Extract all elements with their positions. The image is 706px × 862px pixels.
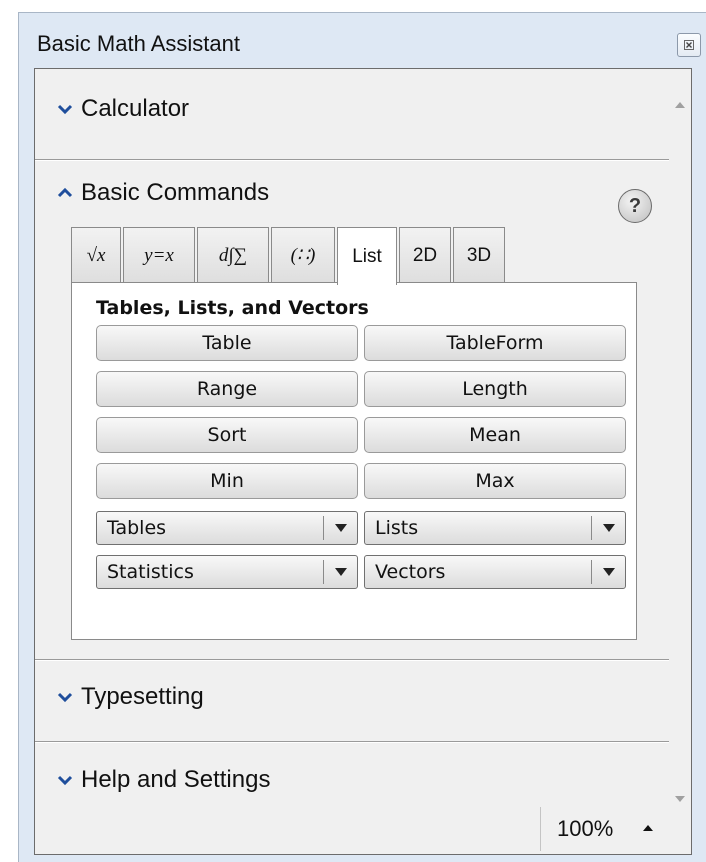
tab-calculus[interactable]: d∫∑ — [197, 227, 269, 283]
tab-list[interactable]: List — [337, 227, 397, 285]
section-calculator[interactable]: Calculator — [35, 95, 665, 123]
window-title: Basic Math Assistant — [37, 31, 240, 56]
section-label-help-settings: Help and Settings — [81, 766, 271, 793]
zoom-level: 100% — [557, 816, 614, 841]
section-label-calculator: Calculator — [81, 95, 190, 122]
zoom-divider — [540, 807, 541, 851]
vectors-dropdown-label: Vectors — [375, 561, 446, 583]
tableform-button[interactable]: TableForm — [364, 325, 626, 361]
chevron-up-icon — [57, 187, 73, 198]
dropdown-divider — [591, 516, 592, 540]
palette-content: Calculator Basic Commands ? √x y=x d∫∑ (… — [34, 68, 692, 855]
chevron-down-icon — [57, 104, 73, 115]
tab-label-2d: 2D — [412, 244, 438, 266]
tab-sqrt[interactable]: √x — [71, 227, 121, 283]
tableform-button-label: TableForm — [446, 332, 544, 354]
mean-button[interactable]: Mean — [364, 417, 626, 453]
triangle-down-icon — [603, 524, 615, 532]
dropdown-divider — [323, 560, 324, 584]
scroll-up-icon[interactable] — [674, 101, 686, 109]
mean-button-label: Mean — [469, 424, 521, 446]
tab-label-matrix: (∷) — [290, 245, 316, 266]
tab-label-calculus: d∫∑ — [218, 244, 248, 266]
length-button[interactable]: Length — [364, 371, 626, 407]
tables-dropdown[interactable]: Tables — [96, 511, 358, 545]
min-button[interactable]: Min — [96, 463, 358, 499]
section-typesetting[interactable]: Typesetting — [35, 683, 665, 711]
min-button-label: Min — [210, 470, 244, 492]
table-button[interactable]: Table — [96, 325, 358, 361]
dropdown-divider — [591, 560, 592, 584]
tab-label-list: List — [352, 245, 382, 267]
triangle-down-icon — [335, 524, 347, 532]
section-label-typesetting: Typesetting — [81, 683, 204, 710]
chevron-down-icon — [57, 775, 73, 786]
vertical-scrollbar[interactable] — [669, 69, 691, 854]
max-button[interactable]: Max — [364, 463, 626, 499]
section-basic-commands[interactable]: Basic Commands — [35, 179, 665, 207]
panel-title: Tables, Lists, and Vectors — [96, 297, 369, 319]
tab-label-sqrt: √x — [86, 244, 106, 266]
help-icon: ? — [628, 194, 642, 217]
tab-equation[interactable]: y=x — [123, 227, 195, 283]
tab-label-3d: 3D — [466, 244, 492, 266]
zoom-menu-icon[interactable] — [642, 824, 654, 832]
scroll-down-icon[interactable] — [674, 795, 686, 803]
divider — [35, 741, 669, 743]
tab-panel-list: Tables, Lists, and Vectors Table TableFo… — [71, 282, 637, 640]
tab-2d[interactable]: 2D — [399, 227, 451, 283]
tab-label-equation: y=x — [144, 244, 174, 266]
sort-button[interactable]: Sort — [96, 417, 358, 453]
close-icon — [684, 40, 694, 50]
section-help-settings[interactable]: Help and Settings — [35, 766, 665, 794]
basic-math-assistant-window: Basic Math Assistant Calculator Basic Co… — [18, 12, 706, 862]
divider — [35, 659, 669, 661]
vectors-dropdown[interactable]: Vectors — [364, 555, 626, 589]
dropdown-divider — [323, 516, 324, 540]
title-bar[interactable]: Basic Math Assistant — [19, 13, 706, 73]
length-button-label: Length — [462, 378, 528, 400]
chevron-down-icon — [57, 692, 73, 703]
statistics-dropdown-label: Statistics — [107, 561, 194, 583]
lists-dropdown-label: Lists — [375, 517, 419, 539]
section-label-basic-commands: Basic Commands — [81, 179, 270, 206]
lists-dropdown[interactable]: Lists — [364, 511, 626, 545]
tab-matrix[interactable]: (∷) — [271, 227, 335, 283]
triangle-down-icon — [335, 568, 347, 576]
help-button[interactable]: ? — [618, 189, 652, 223]
close-button[interactable] — [677, 33, 701, 57]
range-button[interactable]: Range — [96, 371, 358, 407]
tables-dropdown-label: Tables — [107, 517, 167, 539]
divider — [35, 159, 669, 161]
max-button-label: Max — [475, 470, 515, 492]
statistics-dropdown[interactable]: Statistics — [96, 555, 358, 589]
sort-button-label: Sort — [207, 424, 247, 446]
range-button-label: Range — [196, 378, 258, 400]
tab-3d[interactable]: 3D — [453, 227, 505, 283]
triangle-down-icon — [603, 568, 615, 576]
table-button-label: Table — [202, 332, 252, 354]
